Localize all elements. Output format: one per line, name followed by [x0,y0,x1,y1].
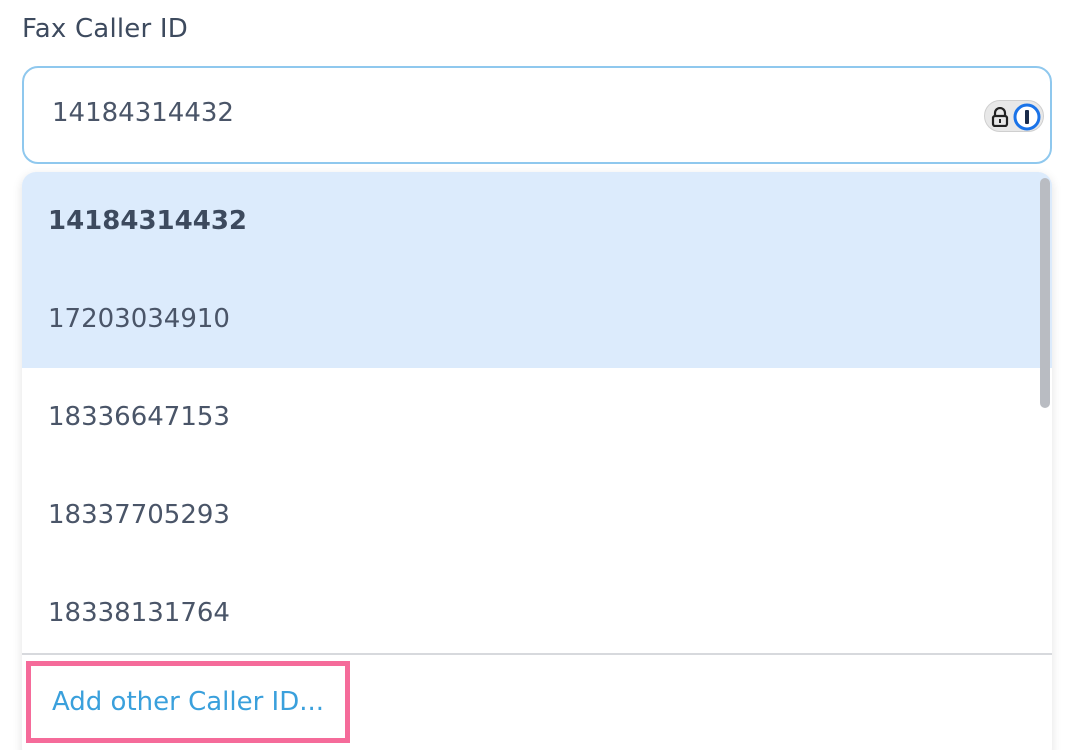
dropdown-option[interactable]: 17203034910 [22,270,1052,368]
field-label: Fax Caller ID [22,14,188,44]
caller-id-dropdown: 14184314432 17203034910 18336647153 1833… [22,172,1052,750]
caller-id-input[interactable]: 14184314432 [22,66,1052,164]
annotation-highlight-box: Add other Caller ID... [26,661,350,743]
password-manager-icon [1013,103,1041,131]
lock-icon [991,107,1009,127]
add-other-caller-id-link[interactable]: Add other Caller ID... [52,687,324,717]
scrollbar-thumb[interactable] [1040,178,1050,408]
divider [22,653,1052,655]
dropdown-option[interactable]: 18337705293 [22,466,1052,564]
password-manager-badge[interactable] [984,100,1044,132]
dropdown-option[interactable]: 18338131764 [22,564,1052,662]
fax-caller-id-form: Fax Caller ID 14184314432 14184314432 17… [0,0,1072,750]
input-value: 14184314432 [52,98,234,128]
dropdown-option[interactable]: 18336647153 [22,368,1052,466]
dropdown-option[interactable]: 14184314432 [22,172,1052,270]
